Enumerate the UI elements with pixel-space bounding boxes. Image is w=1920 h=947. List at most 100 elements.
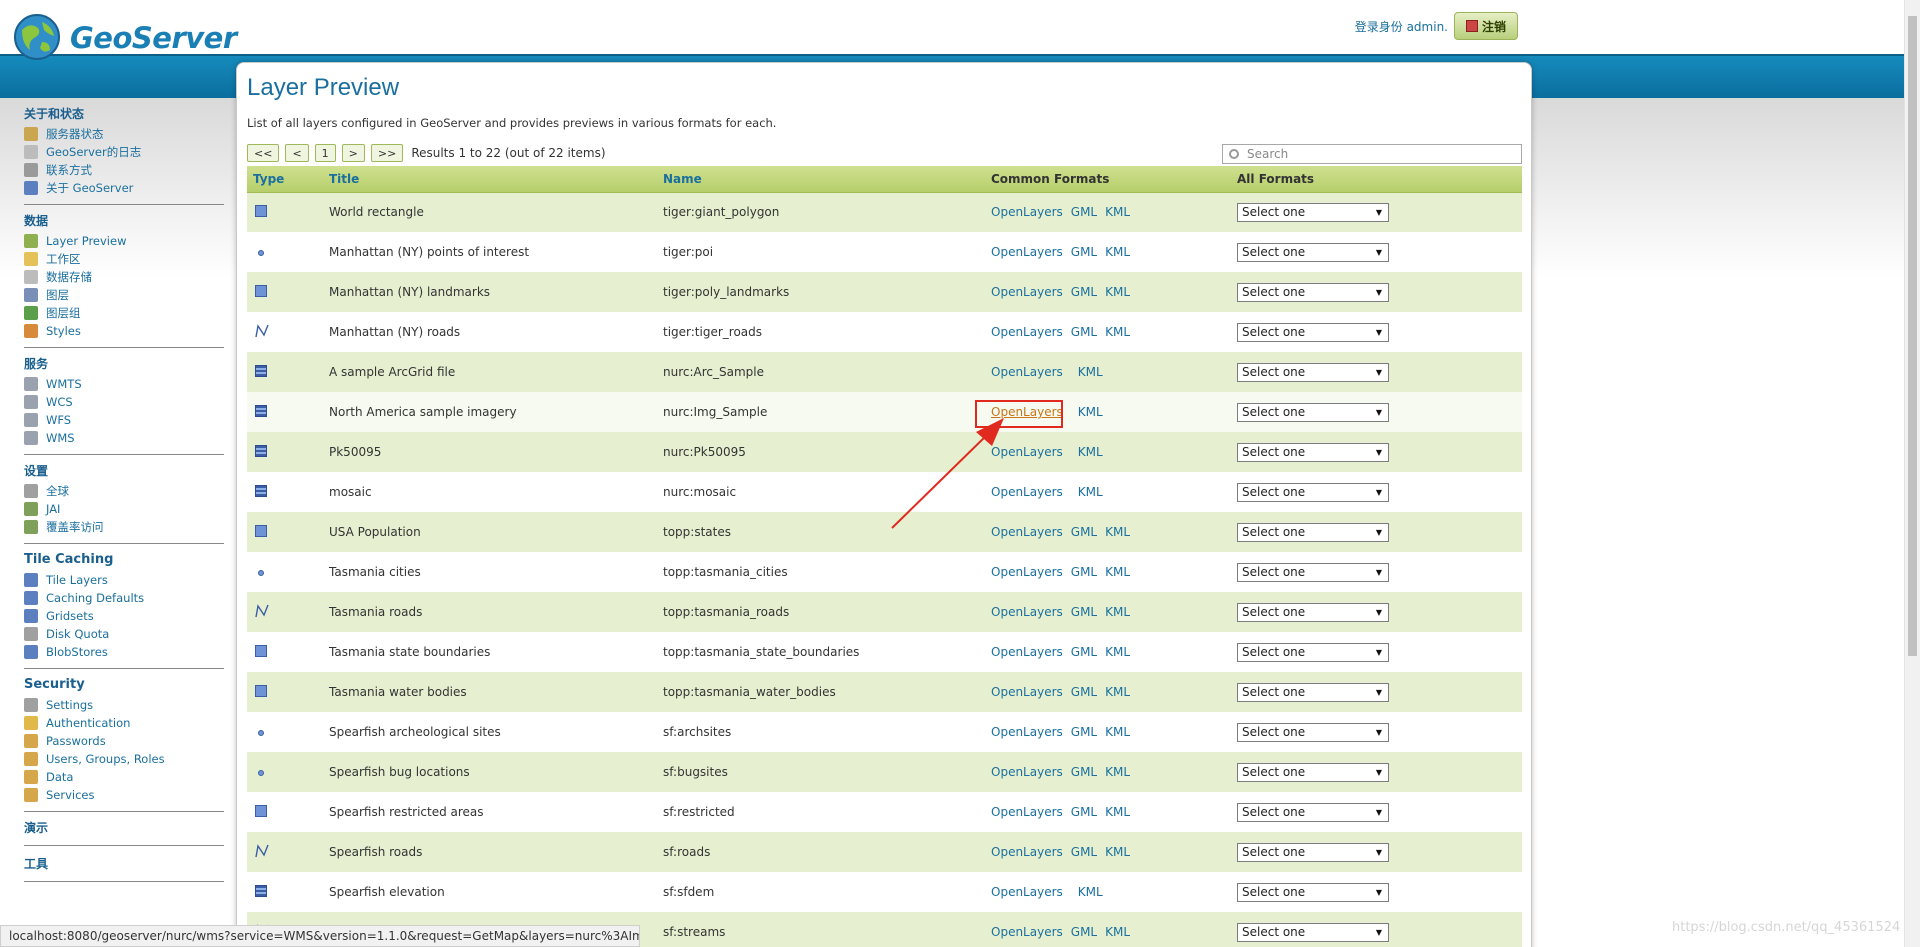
format-link-gml[interactable]: GML [1071, 725, 1097, 739]
sidebar-item[interactable]: Tile Layers [24, 571, 224, 589]
sidebar-item[interactable]: Styles [24, 322, 224, 340]
sidebar-item[interactable]: Authentication [24, 714, 224, 732]
format-link-kml[interactable]: KML [1105, 565, 1130, 579]
format-link-openlayers[interactable]: OpenLayers [991, 685, 1063, 699]
sidebar-item[interactable]: Users, Groups, Roles [24, 750, 224, 768]
pager-last-button[interactable]: >> [370, 144, 404, 162]
format-link-openlayers[interactable]: OpenLayers [991, 725, 1063, 739]
format-link-openlayers[interactable]: OpenLayers [991, 205, 1063, 219]
sidebar-item[interactable]: GeoServer的日志 [24, 143, 224, 161]
format-link-gml[interactable]: GML [1071, 925, 1097, 939]
format-link-kml[interactable]: KML [1105, 245, 1130, 259]
nav-heading-link[interactable]: 演示 [24, 820, 224, 836]
sidebar-item[interactable]: 联系方式 [24, 161, 224, 179]
format-link-openlayers[interactable]: OpenLayers [991, 645, 1063, 659]
header-name[interactable]: Name [657, 166, 985, 193]
sidebar-item[interactable]: WFS [24, 411, 224, 429]
sidebar-item[interactable]: 覆盖率访问 [24, 518, 224, 536]
format-link-openlayers[interactable]: OpenLayers [991, 285, 1063, 299]
format-link-openlayers[interactable]: OpenLayers [991, 805, 1063, 819]
format-link-gml[interactable]: GML [1071, 805, 1097, 819]
format-link-openlayers[interactable]: OpenLayers [991, 885, 1063, 899]
logout-button[interactable]: 注销 [1454, 12, 1518, 40]
format-link-openlayers[interactable]: OpenLayers [991, 765, 1063, 779]
format-select[interactable]: Select one ▼ [1237, 442, 1389, 462]
sidebar-item[interactable]: Disk Quota [24, 625, 224, 643]
format-select[interactable]: Select one ▼ [1237, 722, 1389, 742]
sidebar-item[interactable]: 全球 [24, 482, 224, 500]
format-select[interactable]: Select one ▼ [1237, 682, 1389, 702]
format-link-gml[interactable]: GML [1071, 325, 1097, 339]
format-link-gml[interactable]: GML [1071, 525, 1097, 539]
format-select[interactable]: Select one ▼ [1237, 562, 1389, 582]
format-link-openlayers[interactable]: OpenLayers [991, 365, 1063, 379]
format-link-kml[interactable]: KML [1105, 805, 1130, 819]
header-title[interactable]: Title [323, 166, 657, 193]
format-select[interactable]: Select one ▼ [1237, 882, 1389, 902]
sidebar-item[interactable]: WMTS [24, 375, 224, 393]
header-type[interactable]: Type [247, 166, 323, 193]
format-select[interactable]: Select one ▼ [1237, 842, 1389, 862]
format-link-kml[interactable]: KML [1105, 925, 1130, 939]
sidebar-item[interactable]: WCS [24, 393, 224, 411]
format-select[interactable]: Select one ▼ [1237, 602, 1389, 622]
format-link-openlayers[interactable]: OpenLayers [991, 845, 1063, 859]
format-link-kml[interactable]: KML [1105, 605, 1130, 619]
format-link-openlayers[interactable]: OpenLayers [991, 565, 1063, 579]
format-link-gml[interactable]: GML [1071, 605, 1097, 619]
pager-prev-button[interactable]: < [285, 144, 309, 162]
format-select[interactable]: Select one ▼ [1237, 282, 1389, 302]
format-link-gml[interactable]: GML [1071, 685, 1097, 699]
format-select[interactable]: Select one ▼ [1237, 922, 1389, 942]
sidebar-item[interactable]: Data [24, 768, 224, 786]
format-link-kml[interactable]: KML [1105, 845, 1130, 859]
pager-next-button[interactable]: > [341, 144, 365, 162]
format-link-openlayers[interactable]: OpenLayers [991, 605, 1063, 619]
pager-first-button[interactable]: << [247, 144, 280, 162]
sidebar-item[interactable]: 数据存储 [24, 268, 224, 286]
sidebar-item[interactable]: 图层组 [24, 304, 224, 322]
format-select[interactable]: Select one ▼ [1237, 362, 1389, 382]
format-link-kml[interactable]: KML [1105, 525, 1130, 539]
sidebar-item[interactable]: 工作区 [24, 250, 224, 268]
format-link-kml[interactable]: KML [1078, 885, 1103, 899]
format-select[interactable]: Select one ▼ [1237, 482, 1389, 502]
format-select[interactable]: Select one ▼ [1237, 322, 1389, 342]
format-select[interactable]: Select one ▼ [1237, 802, 1389, 822]
sidebar-item[interactable]: 图层 [24, 286, 224, 304]
sidebar-item[interactable]: WMS [24, 429, 224, 447]
sidebar-item[interactable]: Passwords [24, 732, 224, 750]
format-link-kml[interactable]: KML [1078, 405, 1103, 419]
format-select[interactable]: Select one ▼ [1237, 242, 1389, 262]
format-link-kml[interactable]: KML [1078, 485, 1103, 499]
format-link-gml[interactable]: GML [1071, 765, 1097, 779]
sidebar-item[interactable]: Caching Defaults [24, 589, 224, 607]
format-link-openlayers[interactable]: OpenLayers [991, 925, 1063, 939]
format-link-kml[interactable]: KML [1078, 445, 1103, 459]
sidebar-item[interactable]: BlobStores [24, 643, 224, 661]
format-link-kml[interactable]: KML [1105, 765, 1130, 779]
sidebar-item[interactable]: Layer Preview [24, 232, 224, 250]
sidebar-item[interactable]: 服务器状态 [24, 125, 224, 143]
nav-heading-link[interactable]: 工具 [24, 856, 224, 872]
format-link-kml[interactable]: KML [1105, 205, 1130, 219]
search-input[interactable]: Search [1222, 144, 1522, 164]
sidebar-item[interactable]: 关于 GeoServer [24, 179, 224, 197]
sidebar-item[interactable]: Settings [24, 696, 224, 714]
format-link-kml[interactable]: KML [1105, 325, 1130, 339]
format-link-gml[interactable]: GML [1071, 205, 1097, 219]
format-link-kml[interactable]: KML [1105, 285, 1130, 299]
format-link-gml[interactable]: GML [1071, 645, 1097, 659]
format-link-gml[interactable]: GML [1071, 245, 1097, 259]
format-select[interactable]: Select one ▼ [1237, 642, 1389, 662]
format-link-gml[interactable]: GML [1071, 285, 1097, 299]
format-select[interactable]: Select one ▼ [1237, 402, 1389, 422]
pager-page-1[interactable]: 1 [314, 144, 336, 162]
format-link-kml[interactable]: KML [1105, 725, 1130, 739]
format-link-kml[interactable]: KML [1078, 365, 1103, 379]
format-link-openlayers[interactable]: OpenLayers [991, 325, 1063, 339]
format-link-openlayers[interactable]: OpenLayers [991, 245, 1063, 259]
format-select[interactable]: Select one ▼ [1237, 762, 1389, 782]
scrollbar-thumb[interactable] [1908, 16, 1917, 656]
format-select[interactable]: Select one ▼ [1237, 522, 1389, 542]
